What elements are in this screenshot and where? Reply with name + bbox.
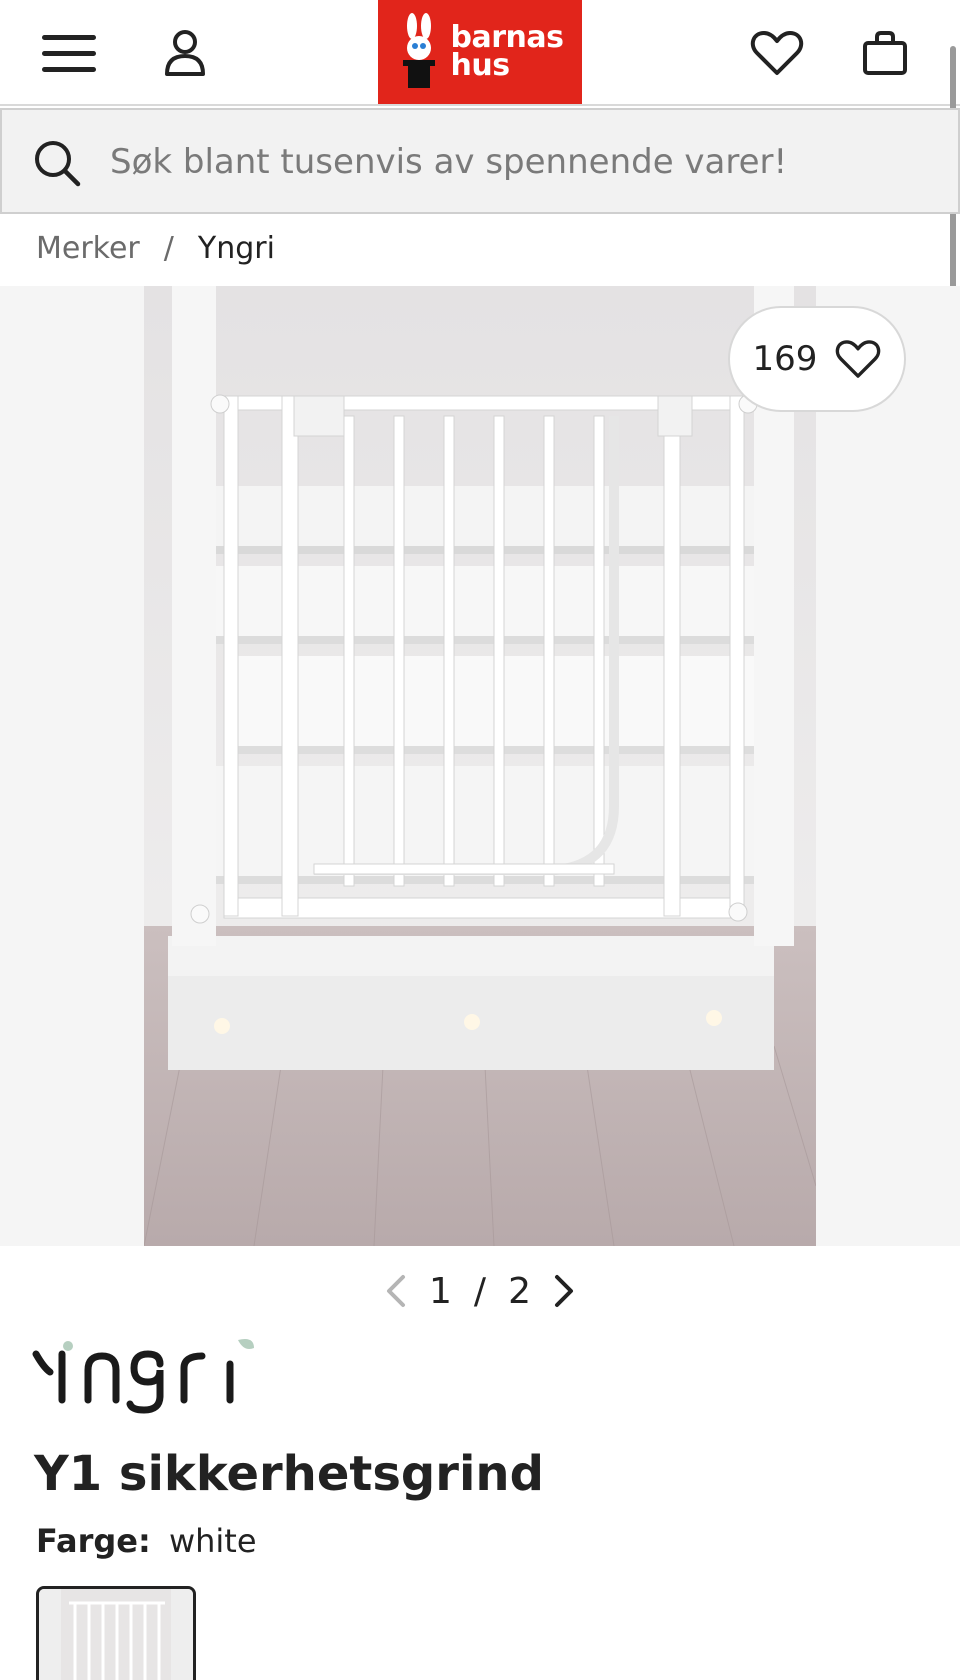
search-bar[interactable]: Søk blant tusenvis av spennende varer!: [0, 108, 960, 214]
site-header: barnas hus: [0, 0, 960, 666]
favorite-count: 169: [752, 339, 818, 379]
logo-wordmark: barnas hus: [450, 23, 564, 83]
breadcrumb-item-merker[interactable]: Merker: [36, 231, 140, 266]
yngri-logo-graphic: [32, 1339, 254, 1414]
breadcrumb-separator: /: [163, 230, 174, 266]
logo-line-2: hus: [450, 48, 511, 83]
cart-button[interactable]: [850, 18, 920, 88]
wishlist-button[interactable]: [742, 18, 812, 88]
color-value: white: [168, 1522, 257, 1560]
brand-logo[interactable]: barnas hus: [378, 0, 582, 104]
pager-separator: /: [473, 1270, 487, 1312]
menu-button[interactable]: [34, 18, 104, 88]
color-label: Farge:: [36, 1522, 151, 1560]
product-image[interactable]: [144, 286, 816, 1246]
pager-total: 2: [508, 1270, 531, 1312]
favorite-count-button[interactable]: 169: [728, 306, 906, 412]
shopping-bag-icon: [863, 31, 907, 75]
chevron-left-icon[interactable]: [383, 1273, 407, 1309]
chevron-right-icon[interactable]: [553, 1273, 577, 1309]
search-icon: [35, 141, 81, 187]
yngri-brand-logo[interactable]: [32, 1334, 272, 1414]
rabbit-in-hat-icon: [402, 13, 435, 88]
product-page: barnas hus Søk blant tusenvis av spennen…: [0, 0, 960, 1680]
gallery-pager: 1 / 2: [0, 1266, 960, 1316]
color-selector: Farge: white: [36, 1522, 257, 1560]
variant-thumbnail-image: [39, 1589, 193, 1680]
breadcrumb: Merker / Yngri: [36, 226, 275, 270]
product-gallery[interactable]: 169: [0, 286, 960, 1246]
user-icon: [165, 30, 205, 76]
pager-current: 1: [429, 1270, 452, 1312]
heart-icon: [750, 31, 804, 75]
heart-icon: [836, 340, 881, 378]
product-title: Y1 sikkerhetsgrind: [34, 1446, 544, 1502]
safety-gate-photo: [144, 286, 816, 1246]
search-input[interactable]: Søk blant tusenvis av spennende varer!: [110, 142, 787, 182]
color-variant-thumbnail[interactable]: [36, 1586, 196, 1680]
hamburger-menu-icon: [42, 35, 96, 72]
breadcrumb-item-yngri[interactable]: Yngri: [198, 231, 275, 266]
account-button[interactable]: [150, 18, 220, 88]
